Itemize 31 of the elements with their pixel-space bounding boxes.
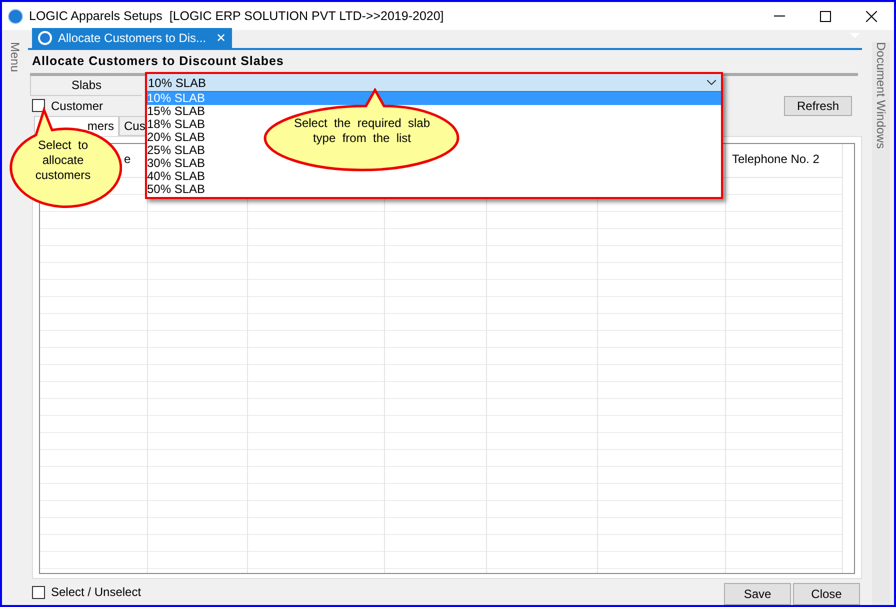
tab-title: Allocate Customers to Dis... bbox=[58, 30, 206, 47]
slab-dropdown[interactable]: 10% SLAB bbox=[147, 74, 721, 92]
window-title: LOGIC Apparels Setups [LOGIC ERP SOLUTION PVT LTD->>2019-2020] bbox=[29, 8, 444, 25]
close-icon bbox=[866, 10, 876, 22]
slabs-label: Slabs bbox=[30, 76, 142, 96]
chevron-down-icon bbox=[707, 80, 716, 85]
app-logo-icon bbox=[38, 31, 52, 45]
checkbox-label: Select / Unselect bbox=[51, 584, 142, 601]
checkbox-label: Customer bbox=[51, 98, 104, 115]
document-windows-panel-tab[interactable]: Document Windows bbox=[872, 42, 890, 605]
tab-close-icon[interactable]: ✕ bbox=[216, 29, 226, 47]
dropdown-option[interactable]: 25% SLAB bbox=[147, 144, 206, 157]
callout-text: Select to allocate customers bbox=[34, 138, 92, 183]
menu-panel-tab[interactable]: Menu bbox=[6, 42, 24, 605]
maximize-icon bbox=[820, 10, 830, 22]
close-form-button[interactable]: Close bbox=[793, 583, 860, 605]
column-header[interactable]: Telephone No. 2 bbox=[732, 152, 820, 166]
app-logo-icon bbox=[8, 8, 23, 24]
save-button[interactable]: Save bbox=[724, 583, 791, 605]
minimize-icon bbox=[774, 15, 784, 17]
refresh-button[interactable]: Refresh bbox=[784, 96, 852, 116]
document-tab[interactable]: Allocate Customers to Dis... ✕ bbox=[32, 28, 232, 48]
dropdown-option[interactable]: 40% SLAB bbox=[147, 170, 206, 183]
select-all-checkbox[interactable] bbox=[32, 586, 45, 598]
dropdown-option[interactable]: 30% SLAB bbox=[147, 157, 206, 170]
customer-checkbox[interactable] bbox=[32, 99, 45, 112]
dropdown-option[interactable]: 50% SLAB bbox=[147, 183, 206, 196]
dropdown-option[interactable]: 15% SLAB bbox=[147, 105, 206, 118]
form-heading: Allocate Customers to Discount Slabes bbox=[31, 53, 285, 70]
callout-text: Select the required slab type from the list bbox=[292, 116, 432, 146]
column-header[interactable]: e bbox=[124, 152, 131, 166]
